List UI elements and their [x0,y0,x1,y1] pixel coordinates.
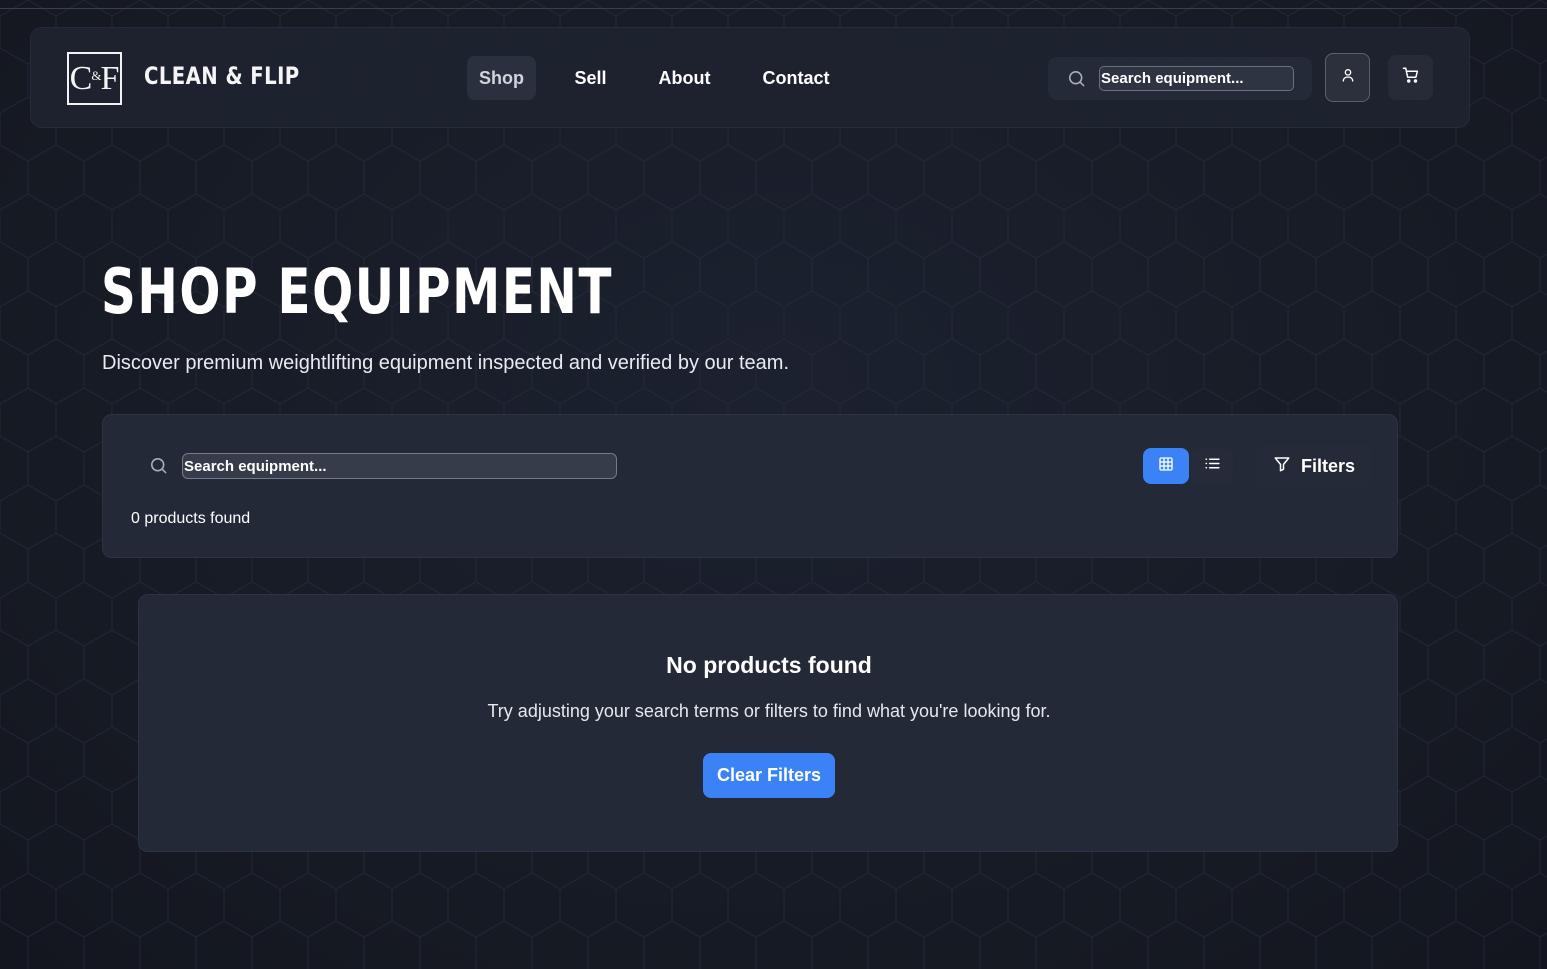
list-view-button[interactable] [1191,448,1233,484]
search-icon [1067,69,1086,93]
logo-letter-c: C [69,59,93,97]
filters-button[interactable]: Filters [1257,444,1371,488]
page-subtitle: Discover premium weightlifting equipment… [102,352,790,374]
nav-shop[interactable]: Shop [467,56,536,100]
empty-state-text: Try adjusting your search terms or filte… [487,701,1051,721]
user-icon [1340,67,1356,88]
clear-filters-button[interactable]: Clear Filters [703,753,835,798]
filter-icon [1273,455,1291,478]
nav-about[interactable]: About [649,56,720,100]
cart-icon [1402,66,1420,89]
nav-contact[interactable]: Contact [755,56,837,100]
header-search-input[interactable] [1099,66,1294,91]
product-toolbar: 0 products found Filters [102,414,1398,558]
list-icon [1204,455,1221,477]
nav-sell[interactable]: Sell [566,56,615,100]
filters-label: Filters [1300,455,1356,476]
cart-button[interactable] [1388,55,1433,100]
empty-state: No products found Try adjusting your sea… [138,594,1398,852]
header-search [1048,57,1312,100]
logo-letter-f: F [100,59,120,97]
grid-icon [1158,456,1174,477]
brand-name[interactable]: CLEAN & FLIP [144,62,300,90]
search-icon [149,456,168,480]
product-count: 0 products found [131,510,251,527]
empty-state-title: No products found [666,652,872,678]
logo[interactable]: C & F [67,52,122,105]
logo-ampersand: & [91,67,102,83]
top-divider [0,8,1547,9]
page-title: SHOP EQUIPMENT [101,255,614,328]
product-search-input[interactable] [182,453,617,479]
grid-view-button[interactable] [1143,448,1189,484]
site-header: C & F CLEAN & FLIP Shop Sell About Conta… [30,27,1470,128]
account-button[interactable] [1325,53,1370,102]
page: C & F CLEAN & FLIP Shop Sell About Conta… [0,0,1547,969]
